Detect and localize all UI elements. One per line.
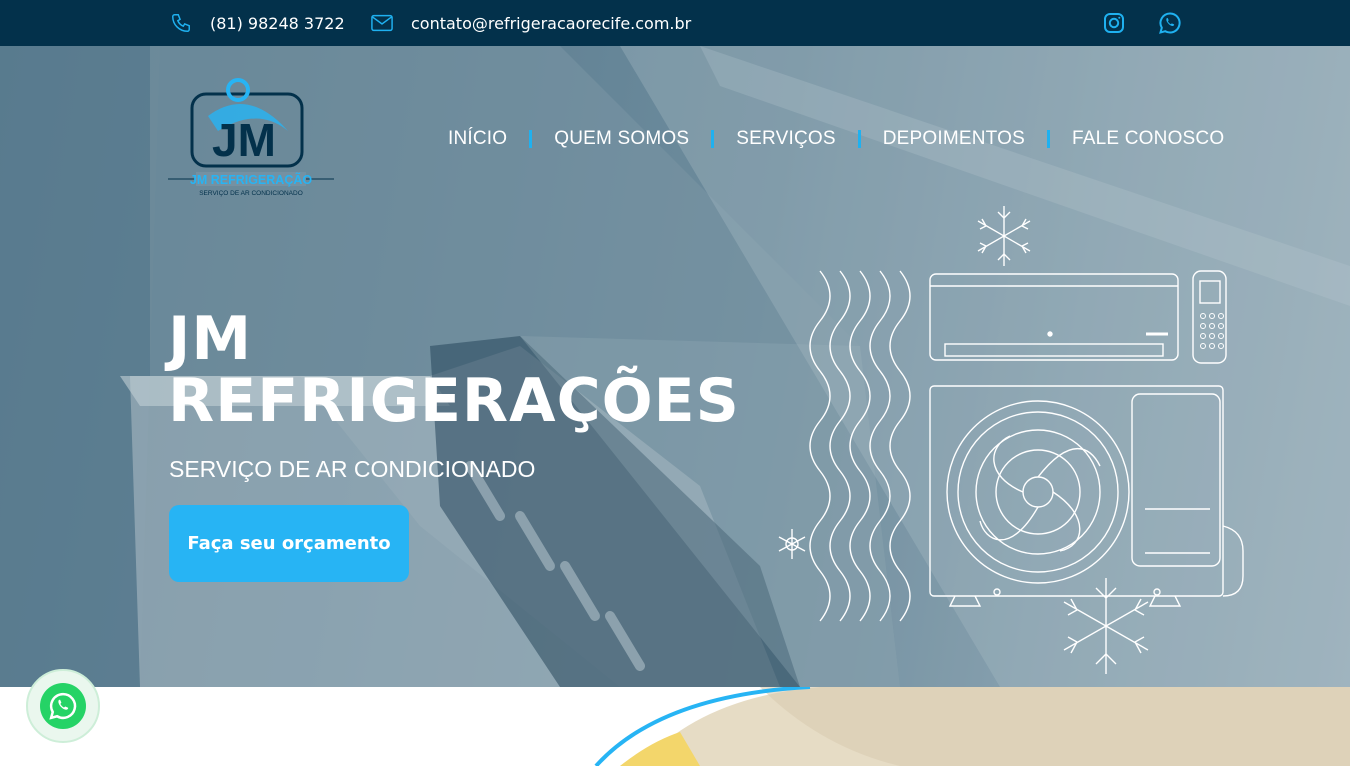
top-bar: (81) 98248 3722 contato@refrigeracaoreci… [0,0,1350,46]
phone-contact[interactable]: (81) 98248 3722 [170,0,345,46]
indoor-unit-icon [929,273,1179,361]
email-contact[interactable]: contato@refrigeracaorecife.com.br [371,0,691,46]
nav-divider [1047,130,1050,148]
nav-quem-somos[interactable]: QUEM SOMOS [554,128,689,150]
whatsapp-float-circle [40,683,86,729]
decorative-wave [594,687,1350,766]
logo-name: JM REFRIGERAÇÃO [190,172,313,187]
main-nav: INÍCIO QUEM SOMOS SERVIÇOS DEPOIMENTOS F… [448,128,1224,150]
mail-icon [371,14,393,32]
ac-illustration [778,206,1244,674]
whatsapp-float-button[interactable] [26,669,100,743]
nav-servicos[interactable]: SERVIÇOS [736,128,835,150]
logo-tagline: SERVIÇO DE AR CONDICIONADO [199,190,303,197]
remote-control-icon [1192,270,1227,364]
phone-icon [172,14,190,32]
nav-inicio[interactable]: INÍCIO [448,128,507,150]
nav-divider [711,130,715,148]
hero-title-line1: JM [168,304,253,374]
hero-title-line2: REFRIGERAÇÕES [168,366,740,436]
instagram-icon[interactable] [1102,11,1126,35]
quote-button[interactable]: Faça seu orçamento [169,505,409,582]
whatsapp-icon[interactable] [1158,11,1182,35]
next-section-preview [0,687,1350,766]
svg-text:JM: JM [212,114,276,166]
hero-subtitle: SERVIÇO DE AR CONDICIONADO [169,456,536,482]
outdoor-unit-icon [929,385,1244,607]
nav-divider [857,130,861,148]
email-address: contato@refrigeracaorecife.com.br [411,13,692,33]
nav-depoimentos[interactable]: DEPOIMENTOS [883,128,1025,150]
nav-fale-conosco[interactable]: FALE CONOSCO [1072,128,1224,150]
airflow-waves-icon [809,270,911,622]
whatsapp-icon [49,692,77,720]
phone-number: (81) 98248 3722 [210,13,345,33]
hero-section: JM JM REFRIGERAÇÃO SERVIÇO DE AR CONDICI… [0,46,1350,687]
company-logo[interactable]: JM JM REFRIGERAÇÃO SERVIÇO DE AR CONDICI… [168,76,334,202]
hero-title: JM REFRIGERAÇÕES [168,308,740,432]
nav-divider [529,130,533,148]
